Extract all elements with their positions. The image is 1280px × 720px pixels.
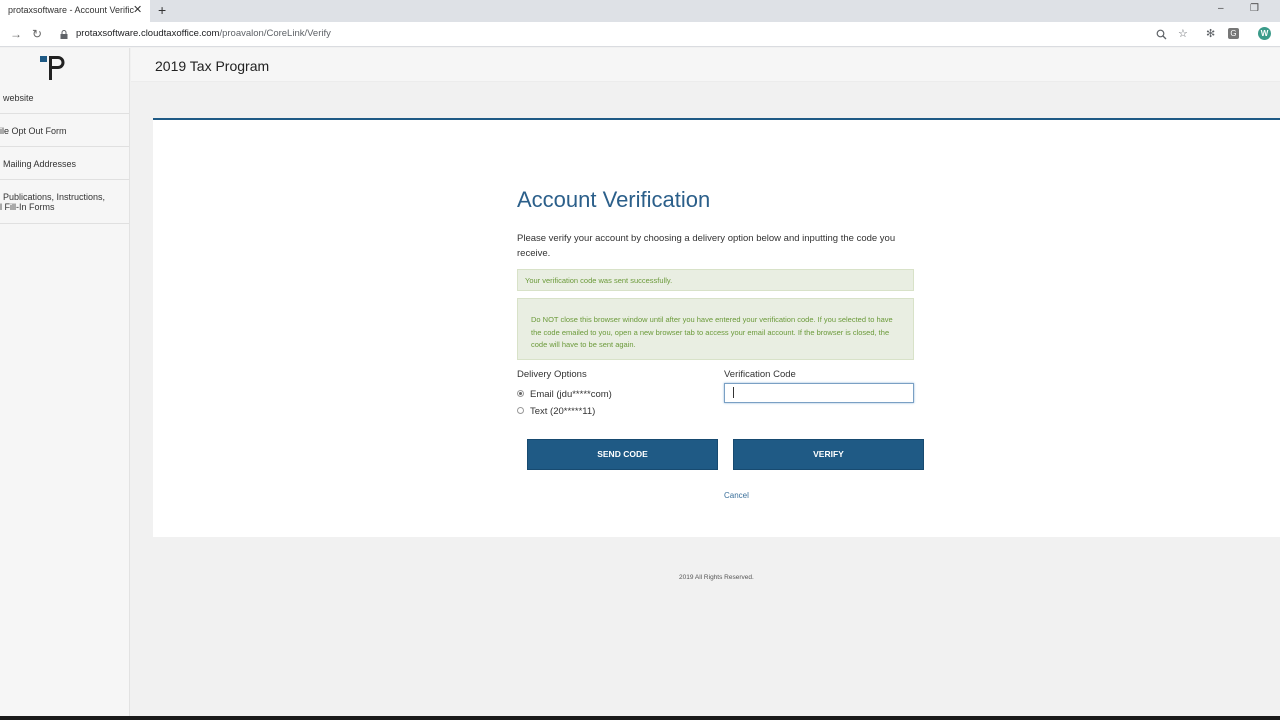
sidebar-item-mailing-addresses[interactable]: Mailing Addresses [0,147,129,180]
intro-text: Please verify your account by choosing a… [517,233,896,259]
sidebar-item-label: Mailing Addresses [3,159,77,169]
company-logo [40,56,65,80]
restore-button[interactable]: ❐ [1250,3,1259,14]
page-header: 2019 Tax Program [131,48,1280,82]
sidebar: website ile Opt Out Form Mailing Address… [0,48,130,720]
sidebar-item-label: Publications, Instructions, [3,192,106,202]
verify-button[interactable]: VERIFY [733,439,924,470]
taskbar-strip [0,716,1280,720]
tab-close-icon[interactable]: ✕ [133,3,142,16]
verification-heading: Account Verification [517,187,711,212]
cancel-link[interactable]: Cancel [724,491,749,500]
browser-tab-bar: protaxsoftware - Account Verific ✕ + – ❐ [0,0,1280,22]
minimize-button[interactable]: – [1218,3,1224,14]
text-radio[interactable] [517,407,524,414]
email-option-label[interactable]: Email (jdu*****com) [530,389,612,400]
footer-copyright: 2019 All Rights Reserved. [679,574,754,581]
forward-icon[interactable]: → [10,27,22,41]
bookmark-star-icon[interactable]: ☆ [1178,27,1188,40]
sidebar-item-label: ile Opt Out Form [0,126,67,136]
sidebar-item-opt-out-form[interactable]: ile Opt Out Form [0,114,129,147]
sidebar-item-label: website [3,93,34,103]
success-alert: Your verification code was sent successf… [517,269,914,291]
extension-w-icon[interactable]: W [1258,27,1271,40]
extension-snowflake-icon[interactable]: ✻ [1206,27,1215,40]
browser-toolbar: → ↻ protaxsoftware.cloudtaxoffice.com/pr… [0,22,1280,47]
reload-icon[interactable]: ↻ [32,27,42,41]
delivery-options-label: Delivery Options [517,369,587,380]
browser-tab[interactable]: protaxsoftware - Account Verific ✕ [0,0,150,22]
sidebar-item-publications[interactable]: Publications, Instructions, l Fill-In Fo… [0,180,129,224]
page-title: 2019 Tax Program [155,58,270,74]
url-path: /proavalon/CoreLink/Verify [219,28,331,39]
sidebar-item-website[interactable]: website [0,81,129,114]
lock-icon [60,30,68,39]
warning-alert: Do NOT close this browser window until a… [517,298,914,360]
url-host: protaxsoftware.cloudtaxoffice.com [76,28,220,39]
verification-code-label: Verification Code [724,369,796,380]
send-code-button[interactable]: SEND CODE [527,439,718,470]
verification-code-input[interactable] [724,383,914,403]
zoom-icon[interactable] [1156,29,1167,40]
sidebar-item-label-2: l Fill-In Forms [0,202,55,212]
extension-g-icon[interactable]: G [1228,28,1239,39]
email-radio[interactable] [517,390,524,397]
verification-card: Account Verification Please verify your … [153,118,1280,537]
text-option-label[interactable]: Text (20*****11) [530,406,595,417]
address-bar[interactable]: protaxsoftware.cloudtaxoffice.com/proava… [76,28,331,39]
text-caret [733,387,734,398]
tab-title: protaxsoftware - Account Verific [8,5,135,15]
new-tab-button[interactable]: + [158,2,166,18]
